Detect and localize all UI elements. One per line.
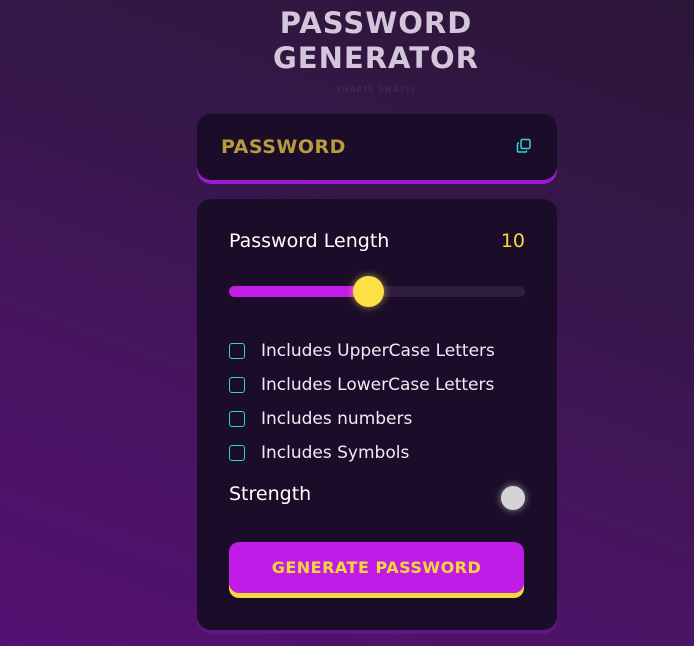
option-checkbox[interactable] [229,445,245,461]
option-row[interactable]: Includes Symbols [229,436,495,470]
option-row[interactable]: Includes UpperCase Letters [229,334,495,368]
option-label: Includes UpperCase Letters [261,341,495,361]
length-slider[interactable] [229,276,525,307]
strength-indicator [501,486,525,510]
option-checkbox[interactable] [229,377,245,393]
option-checkbox[interactable] [229,411,245,427]
title-line-1: PASSWORD [279,6,473,40]
option-row[interactable]: Includes numbers [229,402,495,436]
author-subtitle: [HARIS SHAFI] [337,85,415,94]
password-text: PASSWORD [221,136,346,158]
options-list: Includes UpperCase Letters Includes Lower… [229,334,495,470]
generate-password-button[interactable]: GENERATE PASSWORD [229,542,524,593]
slider-thumb[interactable] [353,276,384,307]
option-label: Includes numbers [261,409,413,429]
copy-icon[interactable] [516,138,532,154]
option-label: Includes Symbols [261,443,410,463]
title-line-2: GENERATOR [273,41,479,75]
length-value: 10 [500,230,525,252]
password-display: PASSWORD [197,114,557,180]
option-row[interactable]: Includes LowerCase Letters [229,368,495,402]
settings-panel: Password Length 10 Includes UpperCase Le… [197,199,557,630]
slider-fill [229,286,368,297]
option-checkbox[interactable] [229,343,245,359]
length-label: Password Length [229,230,390,252]
option-label: Includes LowerCase Letters [261,375,495,395]
strength-label: Strength [229,483,312,505]
app-title: PASSWORD GENERATOR [0,6,694,76]
